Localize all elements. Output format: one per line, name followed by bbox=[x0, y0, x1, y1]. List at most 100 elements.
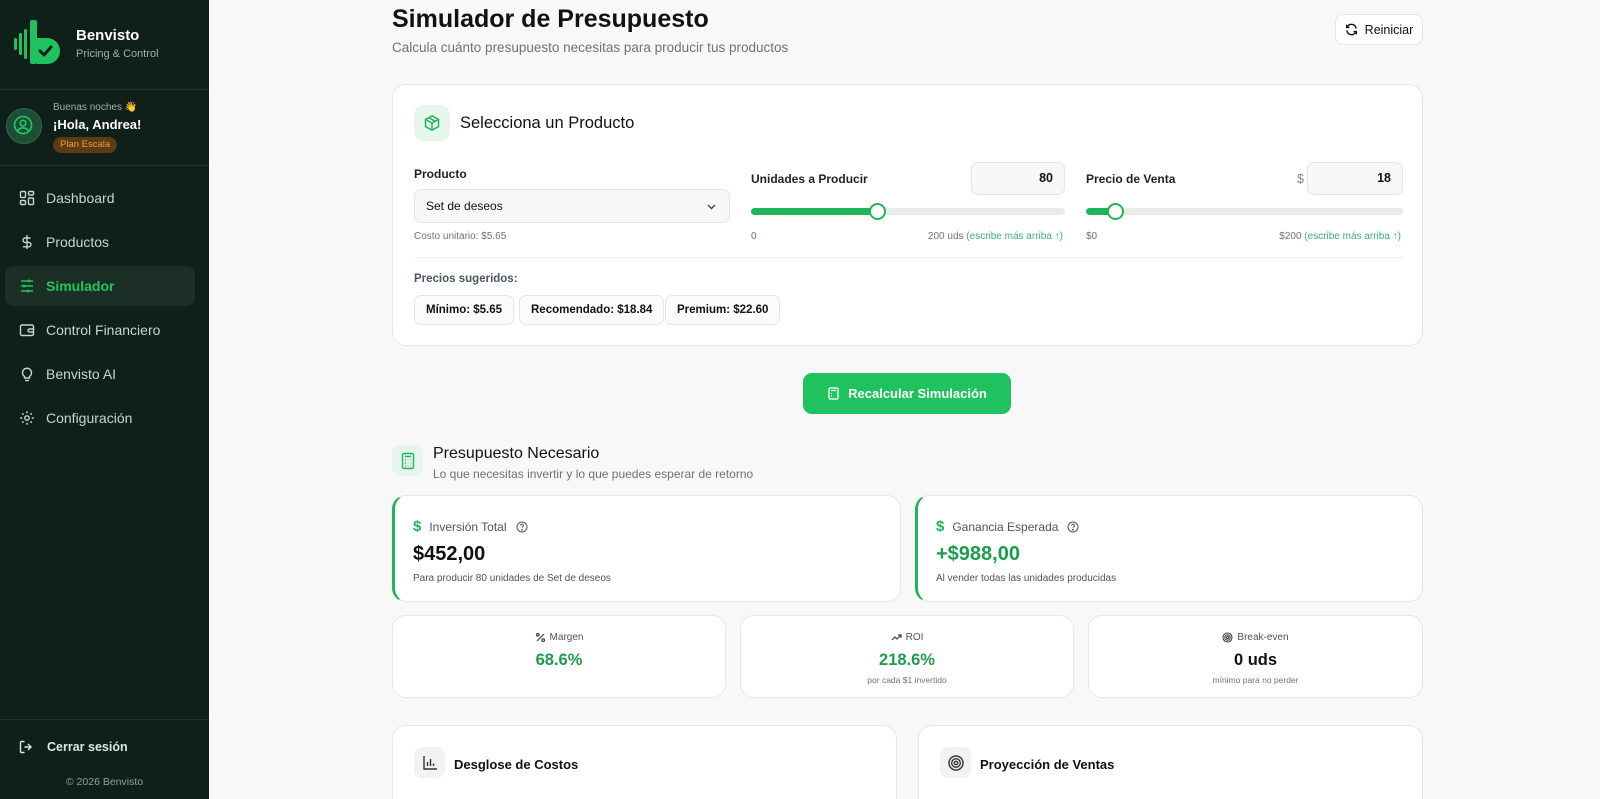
sidebar-item-simulador[interactable]: Simulador bbox=[5, 266, 195, 306]
sidebar-item-configuracion[interactable]: Configuración bbox=[5, 398, 195, 438]
suggested-price-recomendado[interactable]: Recomendado: $18.84 bbox=[519, 295, 665, 325]
sidebar-item-label: Productos bbox=[46, 234, 110, 250]
units-max-value: 200 uds bbox=[927, 231, 964, 242]
reset-button[interactable]: Reiniciar bbox=[1335, 14, 1423, 45]
profit-label: $ Ganancia Esperada bbox=[936, 518, 1079, 535]
price-input[interactable]: 18 bbox=[1307, 162, 1403, 195]
units-input[interactable]: 80 bbox=[971, 162, 1065, 195]
wallet-icon bbox=[19, 324, 35, 337]
product-select-value: Set de deseos bbox=[426, 199, 503, 213]
dollar-icon: $ bbox=[413, 518, 422, 535]
margin-card: Margen 68.6% bbox=[392, 615, 726, 698]
roi-note: por cada $1 invertido bbox=[867, 675, 947, 685]
product-card-title: Selecciona un Producto bbox=[460, 114, 635, 132]
sales-projection-icon-chip bbox=[940, 747, 971, 778]
sidebar-item-control-financiero[interactable]: Control Financiero bbox=[5, 310, 195, 350]
dollar-icon bbox=[22, 235, 32, 249]
cost-breakdown-card: Desglose de Costos bbox=[392, 725, 897, 799]
break-even-card: Break-even 0 uds mínimo para no perder bbox=[1088, 615, 1423, 698]
budget-icon-chip bbox=[392, 445, 423, 476]
cost-breakdown-icon-chip bbox=[414, 747, 445, 778]
budget-title: Presupuesto Necesario bbox=[433, 445, 600, 462]
margin-label-text: Margen bbox=[549, 632, 584, 643]
page-title: Simulador de Presupuesto bbox=[392, 5, 709, 33]
suggested-price-minimo[interactable]: Mínimo: $5.65 bbox=[414, 295, 515, 325]
units-min: 0 bbox=[751, 231, 757, 242]
price-slider[interactable] bbox=[1086, 203, 1403, 220]
refresh-icon bbox=[1345, 23, 1357, 36]
unit-cost: Costo unitario: $5.65 bbox=[414, 231, 507, 242]
units-label: Unidades a Producir bbox=[751, 172, 868, 186]
benvisto-logo-icon bbox=[14, 20, 60, 64]
sidebar: Benvisto Pricing & Control Buenas noches… bbox=[0, 0, 209, 799]
page-subtitle: Calcula cuánto presupuesto necesitas par… bbox=[392, 40, 789, 55]
units-slider-fill bbox=[751, 208, 877, 215]
investment-value: $452,00 bbox=[413, 543, 486, 565]
help-icon[interactable] bbox=[1067, 521, 1079, 533]
break-even-label: Break-even bbox=[1089, 632, 1422, 643]
investment-label-text: Inversión Total bbox=[429, 519, 507, 534]
box-icon bbox=[424, 114, 440, 132]
price-currency: $ bbox=[1297, 172, 1304, 186]
sidebar-item-label: Simulador bbox=[46, 278, 115, 294]
percent-icon bbox=[535, 632, 545, 643]
units-max: 200 uds (escribe más arriba ↑) bbox=[928, 231, 1063, 242]
sidebar-nav: Dashboard Productos Simulador Control Fi… bbox=[5, 178, 195, 442]
reset-label: Reiniciar bbox=[1364, 22, 1414, 37]
profit-label-text: Ganancia Esperada bbox=[952, 519, 1059, 534]
suggested-price-premium[interactable]: Premium: $22.60 bbox=[665, 295, 781, 325]
sidebar-item-label: Benvisto AI bbox=[46, 366, 117, 382]
investment-card: $ Inversión Total $452,00 Para producir … bbox=[392, 495, 901, 602]
chevron-down-icon bbox=[707, 204, 716, 210]
avatar[interactable] bbox=[6, 108, 42, 144]
brand-subtitle: Pricing & Control bbox=[76, 48, 159, 60]
trending-up-icon bbox=[891, 634, 902, 641]
margin-label: Margen bbox=[393, 632, 725, 643]
price-max-hint: (escribe más arriba ↑) bbox=[1304, 231, 1401, 242]
logout-button[interactable]: Cerrar sesión bbox=[19, 740, 128, 754]
units-slider[interactable] bbox=[751, 203, 1065, 220]
user-icon bbox=[13, 115, 33, 135]
suggested-prices-label: Precios sugeridos: bbox=[414, 273, 518, 285]
product-card-icon-chip bbox=[414, 105, 450, 141]
product-card: Selecciona un Producto Producto Set de d… bbox=[392, 84, 1423, 346]
units-slider-thumb[interactable] bbox=[868, 203, 886, 220]
investment-note: Para producir 80 unidades de Set de dese… bbox=[413, 573, 611, 584]
sales-projection-title: Proyección de Ventas bbox=[980, 757, 1115, 772]
greeting-small: Buenas noches 👋 bbox=[53, 102, 138, 113]
price-min: $0 bbox=[1086, 231, 1098, 242]
units-max-hint: (escribe más arriba ↑) bbox=[966, 231, 1063, 242]
dashboard-icon bbox=[19, 190, 35, 206]
profit-note: Al vender todas las unidades producidas bbox=[936, 573, 1117, 584]
sliders-icon bbox=[21, 279, 33, 293]
price-slider-thumb[interactable] bbox=[1106, 203, 1124, 220]
product-label: Producto bbox=[414, 167, 467, 181]
budget-subtitle: Lo que necesitas invertir y lo que puede… bbox=[433, 467, 754, 481]
copyright: © 2026 Benvisto bbox=[65, 776, 144, 788]
roi-value: 218.6% bbox=[879, 651, 935, 669]
price-max: $200 (escribe más arriba ↑) bbox=[1279, 231, 1401, 242]
price-label: Precio de Venta bbox=[1086, 172, 1176, 186]
product-card-divider bbox=[414, 257, 1403, 258]
roi-label-text: ROI bbox=[905, 632, 924, 643]
sidebar-item-benvisto-ai[interactable]: Benvisto AI bbox=[5, 354, 195, 394]
sidebar-item-productos[interactable]: Productos bbox=[5, 222, 195, 262]
sidebar-item-dashboard[interactable]: Dashboard bbox=[5, 178, 195, 218]
brand: Benvisto Pricing & Control bbox=[0, 0, 209, 90]
lightbulb-icon bbox=[21, 367, 33, 382]
help-icon[interactable] bbox=[516, 521, 528, 533]
recalculate-button[interactable]: Recalcular Simulación bbox=[803, 373, 1011, 414]
profit-card: $ Ganancia Esperada +$988,00 Al vender t… bbox=[915, 495, 1423, 602]
target-icon bbox=[947, 754, 964, 771]
calculator-icon bbox=[828, 387, 839, 400]
brand-name: Benvisto bbox=[76, 27, 140, 44]
logout-label: Cerrar sesión bbox=[47, 740, 128, 754]
margin-value: 68.6% bbox=[535, 651, 583, 669]
sidebar-item-label: Control Financiero bbox=[46, 322, 161, 338]
sidebar-divider bbox=[0, 719, 209, 720]
gear-icon bbox=[20, 411, 34, 425]
price-max-value: $200 bbox=[1279, 231, 1302, 242]
product-select[interactable]: Set de deseos bbox=[414, 189, 730, 223]
investment-label: $ Inversión Total bbox=[413, 518, 528, 535]
plan-badge: Plan Escala bbox=[53, 137, 118, 153]
